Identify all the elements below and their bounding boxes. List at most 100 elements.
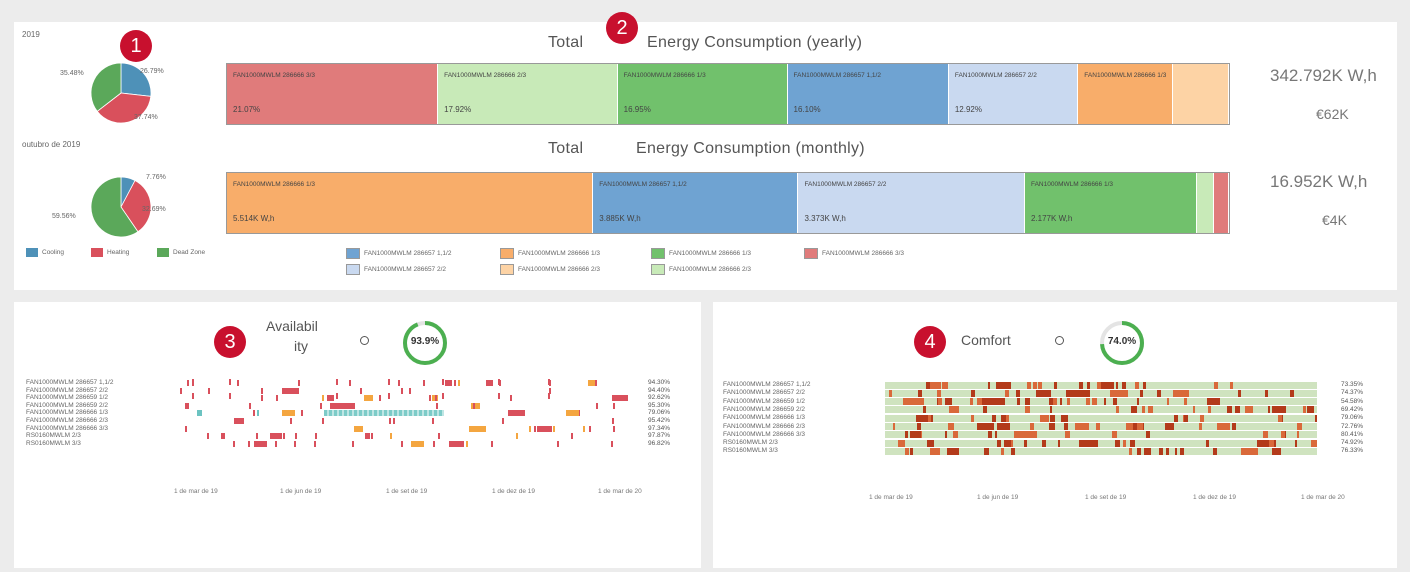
comfort-discomfort-mark[interactable]: [1200, 414, 1204, 422]
monthly-bar-segment[interactable]: [1214, 173, 1229, 233]
comfort-discomfort-mark[interactable]: [1216, 423, 1230, 430]
availability-event-mark[interactable]: [468, 425, 487, 432]
availability-event-mark[interactable]: [613, 425, 616, 432]
comfort-discomfort-mark[interactable]: [909, 447, 914, 455]
availability-event-mark[interactable]: [589, 425, 592, 432]
comfort-discomfort-mark[interactable]: [1011, 447, 1015, 455]
yearly-bar-segment[interactable]: [1173, 64, 1229, 124]
availability-event-mark[interactable]: [595, 402, 598, 409]
monthly-bar-segment[interactable]: FAN1000MWLM 286657 1,1/2 3.885K W,h: [593, 173, 799, 233]
availability-event-mark[interactable]: [248, 402, 251, 409]
comfort-discomfort-mark[interactable]: [1065, 431, 1070, 439]
comfort-discomfort-mark[interactable]: [908, 398, 919, 406]
availability-event-mark[interactable]: [326, 395, 334, 402]
comfort-discomfort-mark[interactable]: [1297, 423, 1303, 430]
info-icon[interactable]: [1055, 336, 1064, 345]
comfort-discomfort-mark[interactable]: [917, 389, 923, 397]
comfort-discomfort-mark[interactable]: [1229, 381, 1233, 389]
availability-event-mark[interactable]: [314, 433, 317, 440]
comfort-discomfort-mark[interactable]: [928, 414, 932, 422]
availability-event-mark[interactable]: [379, 395, 382, 402]
comfort-discomfort-mark[interactable]: [1184, 398, 1187, 406]
comfort-discomfort-mark[interactable]: [1272, 447, 1282, 455]
availability-event-mark[interactable]: [233, 440, 236, 447]
comfort-discomfort-mark[interactable]: [1092, 398, 1098, 406]
availability-event-mark[interactable]: [422, 380, 425, 386]
comfort-discomfort-mark[interactable]: [923, 406, 926, 414]
monthly-bar-segment[interactable]: FAN1000MWLM 286666 1/3 5.514K W,h: [227, 173, 594, 233]
monthly-bar-segment[interactable]: FAN1000MWLM 286657 2/2 3.373K W,h: [798, 173, 1025, 233]
comfort-discomfort-mark[interactable]: [1278, 414, 1282, 422]
comfort-discomfort-mark[interactable]: [1116, 406, 1120, 414]
bar-legend-item[interactable]: FAN1000MWLM 286666 1/3: [500, 248, 600, 259]
comfort-discomfort-mark[interactable]: [1100, 381, 1114, 389]
comfort-discomfort-mark[interactable]: [1086, 381, 1091, 389]
availability-event-mark[interactable]: [349, 380, 352, 386]
yearly-bar-segment[interactable]: FAN1000MWLM 286657 1,1/2 16.10%: [787, 64, 949, 124]
availability-event-mark[interactable]: [432, 440, 435, 447]
comfort-discomfort-mark[interactable]: [1094, 439, 1098, 447]
comfort-discomfort-mark[interactable]: [1139, 389, 1143, 397]
availability-event-mark[interactable]: [437, 433, 440, 440]
availability-event-mark[interactable]: [401, 387, 404, 394]
availability-event-mark[interactable]: [612, 402, 615, 409]
comfort-discomfort-mark[interactable]: [953, 431, 958, 439]
yearly-bar-segment[interactable]: FAN1000MWLM 286666 1/3: [1078, 64, 1174, 124]
comfort-discomfort-mark[interactable]: [904, 431, 908, 439]
availability-event-mark[interactable]: [401, 440, 404, 447]
comfort-discomfort-mark[interactable]: [1025, 406, 1030, 414]
availability-event-mark[interactable]: [254, 440, 267, 447]
comfort-discomfort-mark[interactable]: [1073, 389, 1090, 397]
availability-event-mark[interactable]: [275, 440, 278, 447]
comfort-discomfort-mark[interactable]: [1173, 414, 1178, 422]
comfort-discomfort-mark[interactable]: [898, 439, 905, 447]
comfort-discomfort-mark[interactable]: [1227, 406, 1232, 414]
comfort-discomfort-mark[interactable]: [1052, 398, 1058, 406]
availability-event-mark[interactable]: [390, 433, 392, 440]
availability-event-mark[interactable]: [314, 440, 317, 447]
comfort-discomfort-mark[interactable]: [1001, 414, 1006, 422]
comfort-discomfort-mark[interactable]: [948, 423, 955, 430]
availability-event-mark[interactable]: [185, 425, 188, 432]
comfort-discomfort-mark[interactable]: [937, 389, 942, 397]
availability-event-mark[interactable]: [236, 380, 239, 386]
comfort-discomfort-mark[interactable]: [1166, 398, 1170, 406]
comfort-discomfort-mark[interactable]: [970, 414, 975, 422]
availability-event-mark[interactable]: [453, 380, 456, 386]
availability-event-mark[interactable]: [275, 395, 278, 402]
availability-event-mark[interactable]: [457, 380, 460, 386]
comfort-discomfort-mark[interactable]: [1079, 381, 1083, 389]
comfort-discomfort-mark[interactable]: [1004, 389, 1009, 397]
bar-legend-item[interactable]: FAN1000MWLM 286666 2/3: [651, 264, 751, 275]
comfort-discomfort-mark[interactable]: [1020, 431, 1038, 439]
availability-event-mark[interactable]: [449, 440, 465, 447]
comfort-discomfort-mark[interactable]: [946, 398, 952, 406]
comfort-discomfort-mark[interactable]: [1271, 406, 1287, 414]
comfort-discomfort-mark[interactable]: [1145, 431, 1151, 439]
comfort-discomfort-mark[interactable]: [1205, 439, 1210, 447]
bar-legend-item[interactable]: FAN1000MWLM 286666 1/3: [651, 248, 751, 259]
availability-event-mark[interactable]: [485, 380, 493, 386]
availability-event-mark[interactable]: [548, 379, 550, 448]
comfort-discomfort-mark[interactable]: [987, 381, 991, 389]
comfort-discomfort-mark[interactable]: [1113, 398, 1117, 406]
comfort-discomfort-mark[interactable]: [1042, 439, 1047, 447]
comfort-discomfort-mark[interactable]: [1110, 389, 1129, 397]
comfort-discomfort-mark[interactable]: [987, 431, 993, 439]
comfort-discomfort-mark[interactable]: [1237, 389, 1241, 397]
availability-event-mark[interactable]: [595, 380, 598, 386]
availability-event-mark[interactable]: [442, 379, 444, 448]
comfort-discomfort-mark[interactable]: [1066, 389, 1072, 397]
availability-event-mark[interactable]: [295, 433, 298, 440]
monthly-bar-segment[interactable]: [1197, 173, 1215, 233]
comfort-discomfort-mark[interactable]: [948, 406, 960, 414]
availability-event-mark[interactable]: [434, 395, 437, 402]
comfort-discomfort-mark[interactable]: [1128, 447, 1132, 455]
yearly-bar-segment[interactable]: FAN1000MWLM 286666 1/3 16.95%: [617, 64, 788, 124]
availability-event-mark[interactable]: [553, 425, 556, 432]
availability-event-mark[interactable]: [301, 410, 304, 417]
comfort-discomfort-mark[interactable]: [910, 431, 922, 439]
availability-event-mark[interactable]: [557, 440, 560, 447]
comfort-discomfort-mark[interactable]: [1116, 381, 1119, 389]
comfort-discomfort-mark[interactable]: [1137, 398, 1140, 406]
